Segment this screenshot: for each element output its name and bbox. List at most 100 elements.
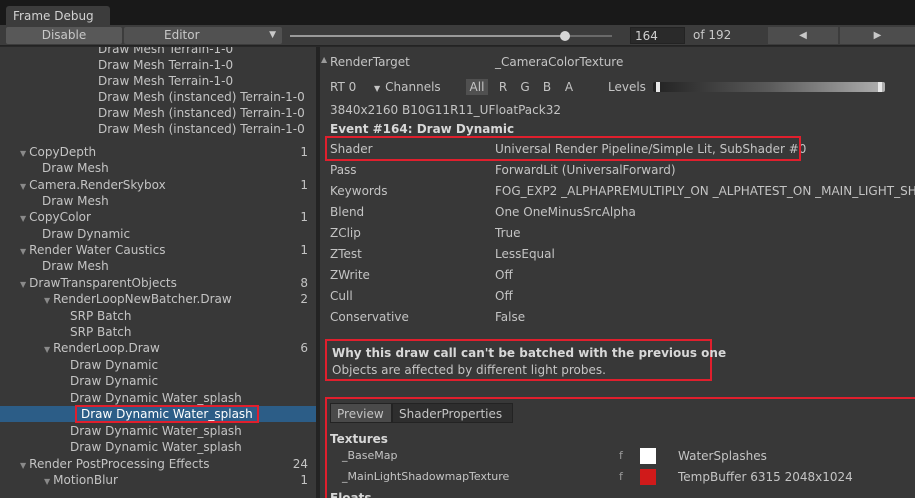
- tree-event-row[interactable]: Draw Mesh: [0, 193, 316, 209]
- render-target-controls: RT 0 ▼ Channels All R G B A Levels: [330, 77, 915, 97]
- textures-section-title: Textures: [330, 432, 388, 446]
- tree-row-label: Draw Dynamic: [42, 226, 130, 242]
- tree-row-label: SRP Batch: [70, 324, 132, 340]
- tree-event-row[interactable]: Draw Dynamic: [0, 357, 316, 373]
- event-total-label: of 192: [693, 28, 732, 42]
- tree-event-row[interactable]: Draw Mesh (instanced) Terrain-1-0: [0, 121, 316, 137]
- tree-row-label: Draw Mesh: [42, 160, 109, 176]
- tree-row-label: ▼ CopyColor: [20, 209, 91, 227]
- tree-row-count: 6: [300, 341, 308, 355]
- expand-arrow-icon[interactable]: ▼: [20, 280, 26, 289]
- render-target-selector[interactable]: RT 0: [330, 79, 356, 95]
- tree-event-row[interactable]: SRP Batch: [0, 308, 316, 324]
- channel-a-toggle[interactable]: A: [559, 79, 579, 95]
- arrow-right-icon: ▶: [873, 30, 882, 41]
- tree-event-row[interactable]: Draw Dynamic Water_splash: [0, 390, 316, 406]
- channels-dropdown[interactable]: ▼ Channels: [374, 79, 441, 97]
- tree-row-text: Draw Mesh Terrain-1-0: [98, 47, 234, 56]
- channel-b-toggle[interactable]: B: [537, 79, 557, 95]
- event-index-input[interactable]: 164: [630, 27, 685, 44]
- tree-event-row[interactable]: Draw Mesh Terrain-1-0: [0, 73, 316, 89]
- expand-arrow-icon[interactable]: ▼: [20, 247, 26, 256]
- event-details-panel: ▲ RenderTarget _CameraColorTexture RT 0 …: [320, 47, 915, 498]
- tree-group-row[interactable]: ▼ Camera.RenderSkybox 1: [0, 177, 316, 193]
- tree-event-row[interactable]: Draw Dynamic Water_splash: [0, 423, 316, 439]
- property-value: One OneMinusSrcAlpha: [495, 205, 636, 219]
- tree-row-label: ▼ RenderLoop.Draw: [44, 340, 160, 358]
- texture-row: _MainLightShadowmapTexture f TempBuffer …: [320, 468, 915, 486]
- tree-event-row[interactable]: Draw Dynamic: [0, 373, 316, 389]
- tree-event-row[interactable]: Draw Mesh Terrain-1-0: [0, 57, 316, 73]
- tree-group-row[interactable]: ▼ RenderLoop.Draw 6: [0, 340, 316, 356]
- property-key: Pass: [330, 163, 357, 177]
- property-row: Conservative False: [320, 307, 915, 327]
- property-row: Cull Off: [320, 286, 915, 306]
- property-key: Conservative: [330, 310, 409, 324]
- expand-arrow-icon[interactable]: ▼: [44, 345, 50, 354]
- expand-arrow-icon[interactable]: ▼: [20, 182, 26, 191]
- tree-event-row[interactable]: Draw Mesh (instanced) Terrain-1-0: [0, 105, 316, 121]
- arrow-left-icon: ◀: [799, 30, 807, 41]
- property-key: ZWrite: [330, 268, 370, 282]
- tree-event-row[interactable]: Draw Dynamic: [0, 226, 316, 242]
- levels-range-slider[interactable]: [653, 82, 885, 92]
- tree-group-row[interactable]: ▼ RenderLoopNewBatcher.Draw 2: [0, 291, 316, 307]
- tree-row-count: 1: [300, 145, 308, 159]
- channel-all-toggle[interactable]: All: [466, 79, 488, 95]
- chevron-down-icon: ▼: [374, 84, 381, 93]
- tree-group-row[interactable]: ▼ CopyColor 1: [0, 209, 316, 225]
- tree-row-text: Draw Mesh Terrain-1-0: [98, 74, 234, 88]
- event-slider[interactable]: [290, 31, 612, 41]
- expand-arrow-icon[interactable]: ▼: [44, 296, 50, 305]
- tree-group-row[interactable]: ▼ Render PostProcessing Effects 24: [0, 456, 316, 472]
- tree-row-text: Draw Dynamic Water_splash: [70, 440, 242, 454]
- expand-arrow-icon[interactable]: ▼: [20, 214, 26, 223]
- tree-event-row[interactable]: Draw Mesh: [0, 160, 316, 176]
- expand-arrow-icon[interactable]: ▼: [20, 461, 26, 470]
- tree-row-label: Draw Mesh (instanced) Terrain-1-0: [98, 89, 305, 105]
- tree-event-row[interactable]: Draw Mesh: [0, 258, 316, 274]
- tab-preview[interactable]: Preview: [330, 403, 392, 423]
- tree-row-text: CopyDepth: [29, 145, 97, 159]
- tree-row-count: 1: [300, 243, 308, 257]
- channel-g-toggle[interactable]: G: [515, 79, 535, 95]
- expand-arrow-icon[interactable]: ▼: [20, 149, 26, 158]
- property-row: ZTest LessEqual: [320, 244, 915, 264]
- event-slider-handle[interactable]: [559, 31, 570, 41]
- tree-event-row[interactable]: Draw Mesh Terrain-1-0: [0, 47, 316, 57]
- expand-arrow-icon[interactable]: ▼: [44, 477, 50, 486]
- next-event-button[interactable]: ▶: [840, 27, 915, 44]
- disable-button[interactable]: Disable: [6, 27, 122, 44]
- tree-event-row[interactable]: Draw Dynamic Water_splash: [0, 405, 316, 423]
- render-target-format: 3840x2160 B10G11R11_UFloatPack32: [320, 100, 915, 120]
- tree-row-label: Draw Mesh (instanced) Terrain-1-0: [98, 121, 305, 137]
- property-row: ZWrite Off: [320, 265, 915, 285]
- tree-row-label: Draw Mesh: [42, 193, 109, 209]
- target-dropdown[interactable]: Editor ▼: [124, 27, 282, 44]
- tree-row-text: Draw Mesh (instanced) Terrain-1-0: [98, 122, 305, 136]
- property-value: Off: [495, 289, 513, 303]
- previous-event-button[interactable]: ◀: [768, 27, 838, 44]
- tab-shader-properties[interactable]: ShaderProperties: [392, 403, 513, 423]
- channel-r-toggle[interactable]: R: [493, 79, 513, 95]
- tree-group-row[interactable]: ▼ DrawTransparentObjects 8: [0, 275, 316, 291]
- texture-thumbnail[interactable]: [640, 469, 656, 485]
- tree-group-row[interactable]: ▼ CopyDepth 1: [0, 144, 316, 160]
- tree-row-label: Draw Dynamic Water_splash: [70, 439, 242, 455]
- tree-row-label: Draw Mesh: [42, 258, 109, 274]
- tree-row-label: Draw Mesh Terrain-1-0: [98, 73, 233, 89]
- texture-stage-flag: f: [619, 470, 623, 483]
- tree-event-row[interactable]: SRP Batch: [0, 324, 316, 340]
- texture-row: _BaseMap f WaterSplashes: [320, 447, 915, 465]
- texture-stage-flag: f: [619, 449, 623, 462]
- tab-frame-debug[interactable]: Frame Debug: [6, 6, 110, 25]
- texture-thumbnail[interactable]: [640, 448, 656, 464]
- tree-row-text: SRP Batch: [70, 325, 132, 339]
- tree-group-row[interactable]: ▼ MotionBlur 1: [0, 472, 316, 488]
- tree-row-count: 24: [292, 457, 308, 471]
- tree-event-row[interactable]: Draw Dynamic Water_splash: [0, 439, 316, 455]
- texture-label: TempBuffer 6315 2048x1024: [678, 470, 853, 484]
- tree-group-row[interactable]: ▼ Render Water Caustics 1: [0, 242, 316, 258]
- tree-row-label: Draw Dynamic: [70, 373, 158, 389]
- tree-event-row[interactable]: Draw Mesh (instanced) Terrain-1-0: [0, 89, 316, 105]
